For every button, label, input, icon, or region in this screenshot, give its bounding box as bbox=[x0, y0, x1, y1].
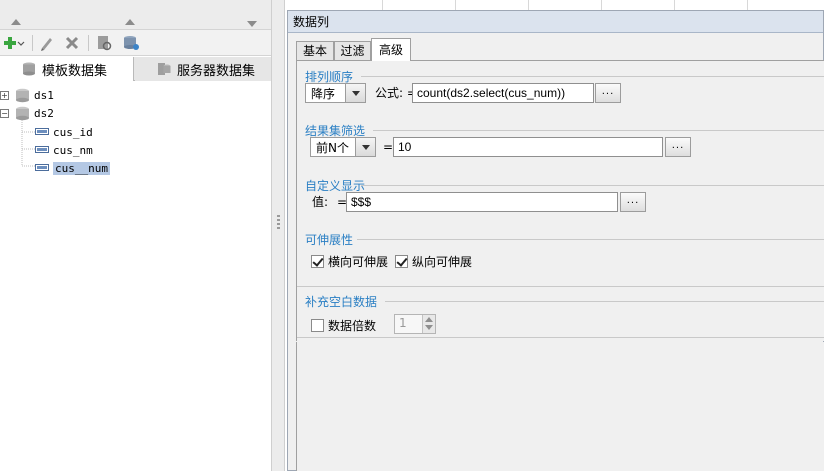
display-value-label: 值: bbox=[312, 195, 329, 209]
expand-ds1-toggle[interactable]: + bbox=[0, 91, 9, 100]
horizontal-expand-checkbox[interactable]: 横向可伸展 bbox=[311, 253, 388, 270]
group-divider bbox=[385, 301, 824, 302]
spinner-up-icon[interactable] bbox=[425, 317, 433, 322]
group-divider bbox=[361, 76, 824, 77]
database-icon bbox=[16, 88, 29, 102]
group-divider bbox=[361, 185, 824, 186]
toolbar-divider bbox=[88, 35, 89, 51]
tab-filter[interactable]: 过滤 bbox=[334, 41, 371, 61]
tree-item-label: cus_nm bbox=[53, 143, 93, 157]
advanced-tab-panel: 排列顺序 降序 公式: = count(ds2.select(cus_num))… bbox=[296, 60, 824, 341]
sort-formula-input[interactable]: count(ds2.select(cus_num)) bbox=[412, 83, 594, 103]
display-value-more-button[interactable]: ... bbox=[620, 192, 646, 212]
field-icon bbox=[35, 128, 49, 135]
dataset-tree: + ds1 − ds2 cus_id cus_nm cus__num bbox=[0, 82, 271, 471]
vertical-expand-checkbox[interactable]: 纵向可伸展 bbox=[395, 253, 472, 270]
tree-item-cus-num[interactable]: cus__num bbox=[35, 159, 110, 177]
green-plus-icon bbox=[4, 37, 25, 49]
expand-group-title: 可伸展性 bbox=[305, 233, 354, 247]
toolbar-divider bbox=[32, 35, 33, 51]
add-dataset-button[interactable] bbox=[2, 34, 26, 52]
field-icon bbox=[35, 146, 49, 153]
data-column-dialog: 数据列 基本 过滤 高级 排列顺序 降序 公式: = count(ds2.sel… bbox=[287, 10, 824, 471]
fill-blank-group-title: 补充空白数据 bbox=[305, 295, 378, 309]
result-filter-value-input[interactable]: 10 bbox=[393, 137, 663, 157]
sort-formula-more-button[interactable]: ... bbox=[595, 83, 621, 103]
tab-basic[interactable]: 基本 bbox=[296, 41, 334, 61]
database-icon bbox=[16, 106, 29, 120]
tree-item-label: cus__num bbox=[53, 161, 110, 175]
database-link-icon bbox=[124, 36, 139, 50]
panel-splitter[interactable] bbox=[271, 0, 285, 471]
data-multiple-spinner[interactable]: 1 bbox=[394, 314, 436, 334]
tree-item-label: cus_id bbox=[53, 125, 93, 139]
field-icon bbox=[35, 164, 49, 171]
result-filter-mode-select[interactable]: 前N个 bbox=[310, 137, 376, 157]
tree-item-cus-id[interactable]: cus_id bbox=[35, 123, 93, 141]
chevron-down-icon bbox=[345, 84, 365, 102]
database-icon bbox=[23, 62, 35, 76]
grid-line bbox=[601, 0, 602, 10]
scroll-up-arrow-icon[interactable] bbox=[125, 19, 135, 25]
scroll-up-arrow-icon[interactable] bbox=[11, 19, 21, 25]
checkbox-label: 纵向可伸展 bbox=[412, 255, 473, 269]
tree-item-ds1[interactable]: ds1 bbox=[15, 86, 54, 104]
tab-label: 模板数据集 bbox=[42, 63, 108, 79]
grid-line bbox=[674, 0, 675, 10]
dataset-tabs: 模板数据集 服务器数据集 bbox=[0, 57, 271, 81]
chevron-down-icon bbox=[355, 138, 375, 156]
group-divider bbox=[297, 337, 824, 338]
spinner-arrows bbox=[422, 315, 435, 333]
panel-scroll-header bbox=[0, 0, 271, 30]
group-divider bbox=[373, 130, 824, 131]
dialog-empty-area bbox=[296, 342, 824, 471]
result-filter-eq-label: = bbox=[383, 140, 394, 154]
dataset-toolbar bbox=[0, 30, 271, 56]
spinner-down-icon[interactable] bbox=[425, 325, 433, 330]
tab-server-datasets[interactable]: 服务器数据集 bbox=[135, 57, 271, 81]
group-divider bbox=[357, 239, 824, 240]
tree-item-label: ds1 bbox=[34, 88, 54, 102]
pencil-icon bbox=[41, 38, 52, 51]
group-divider bbox=[297, 286, 824, 287]
tab-advanced[interactable]: 高级 bbox=[371, 38, 411, 61]
tab-template-datasets[interactable]: 模板数据集 bbox=[0, 57, 134, 81]
result-filter-mode-value: 前N个 bbox=[316, 140, 349, 155]
x-icon bbox=[65, 36, 79, 50]
checkbox-label: 数据倍数 bbox=[328, 319, 377, 333]
checkbox-box bbox=[311, 319, 324, 332]
preview-dataset-button[interactable] bbox=[94, 34, 114, 52]
sort-order-value: 降序 bbox=[311, 86, 336, 101]
expand-ds2-toggle[interactable]: − bbox=[0, 109, 9, 118]
result-filter-more-button[interactable]: ... bbox=[665, 137, 691, 157]
checkbox-box bbox=[395, 255, 408, 268]
grid-line bbox=[382, 0, 383, 10]
spinner-value: 1 bbox=[399, 316, 407, 330]
connect-database-button[interactable] bbox=[121, 34, 141, 52]
document-icon bbox=[98, 36, 112, 51]
sort-order-select[interactable]: 降序 bbox=[305, 83, 366, 103]
edit-dataset-button[interactable] bbox=[37, 34, 57, 52]
server-db-icon bbox=[158, 63, 171, 75]
delete-dataset-button[interactable] bbox=[62, 34, 82, 52]
grid-line bbox=[528, 0, 529, 10]
tab-label: 服务器数据集 bbox=[177, 63, 256, 79]
display-value-input[interactable]: $$$ bbox=[346, 192, 618, 212]
checkbox-box bbox=[311, 255, 324, 268]
dataset-panel: 模板数据集 服务器数据集 + ds1 − ds2 cus_id cus_nm c… bbox=[0, 0, 271, 471]
tree-item-label: ds2 bbox=[34, 106, 54, 120]
dialog-title: 数据列 bbox=[288, 11, 823, 33]
grid-line bbox=[455, 0, 456, 10]
checkbox-label: 横向可伸展 bbox=[328, 255, 389, 269]
tree-item-cus-nm[interactable]: cus_nm bbox=[35, 141, 93, 159]
formula-label: 公式: = bbox=[375, 86, 417, 100]
data-multiple-checkbox[interactable]: 数据倍数 bbox=[311, 317, 376, 334]
splitter-grip-icon bbox=[277, 215, 280, 229]
grid-line bbox=[747, 0, 748, 10]
scroll-down-arrow-icon[interactable] bbox=[247, 21, 257, 27]
